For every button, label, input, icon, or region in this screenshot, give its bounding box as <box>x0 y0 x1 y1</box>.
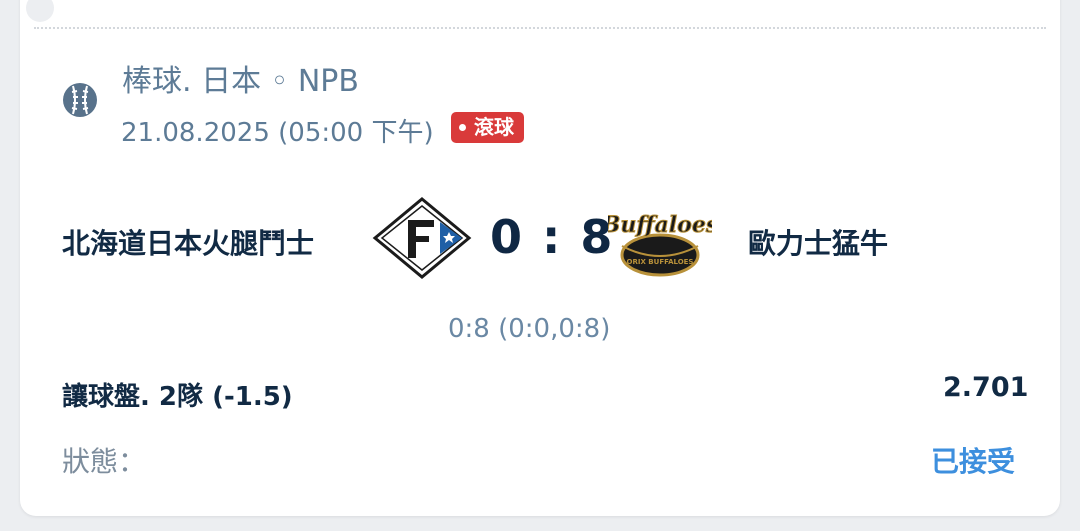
away-team-name: 歐力士猛牛 <box>748 227 889 260</box>
bet-odds: 2.701 <box>943 372 1029 403</box>
live-dot-icon <box>459 124 466 131</box>
fighters-logo <box>372 197 472 279</box>
live-badge-label: 滾球 <box>474 115 514 139</box>
match-datetime: 21.08.2025 (05:00 下午) <box>121 118 434 148</box>
ticket-notch-right <box>1066 0 1080 22</box>
buffaloes-logo: Buffaloes ORIX BUFFALOES <box>608 212 712 277</box>
league-title: 棒球. 日本 ◦ NPB <box>122 64 359 99</box>
status-value: 已接受 <box>931 445 1016 478</box>
buffaloes-logo-subtext: ORIX BUFFALOES <box>627 258 694 266</box>
live-badge: 滾球 <box>451 112 524 143</box>
status-label: 狀態： <box>62 445 147 478</box>
buffaloes-logo-text: Buffaloes <box>608 212 712 238</box>
score-detail: 0:8 (0:0,0:8) <box>448 314 611 344</box>
bet-market: 讓球盤. 2隊 (-1.5) <box>62 382 293 412</box>
match-score: 0 : 8 <box>490 210 615 264</box>
home-team-name: 北海道日本火腿鬥士 <box>62 227 315 260</box>
ticket-perforation-divider <box>34 27 1046 29</box>
ticket-notch-left <box>26 0 54 22</box>
baseball-icon <box>63 83 97 117</box>
